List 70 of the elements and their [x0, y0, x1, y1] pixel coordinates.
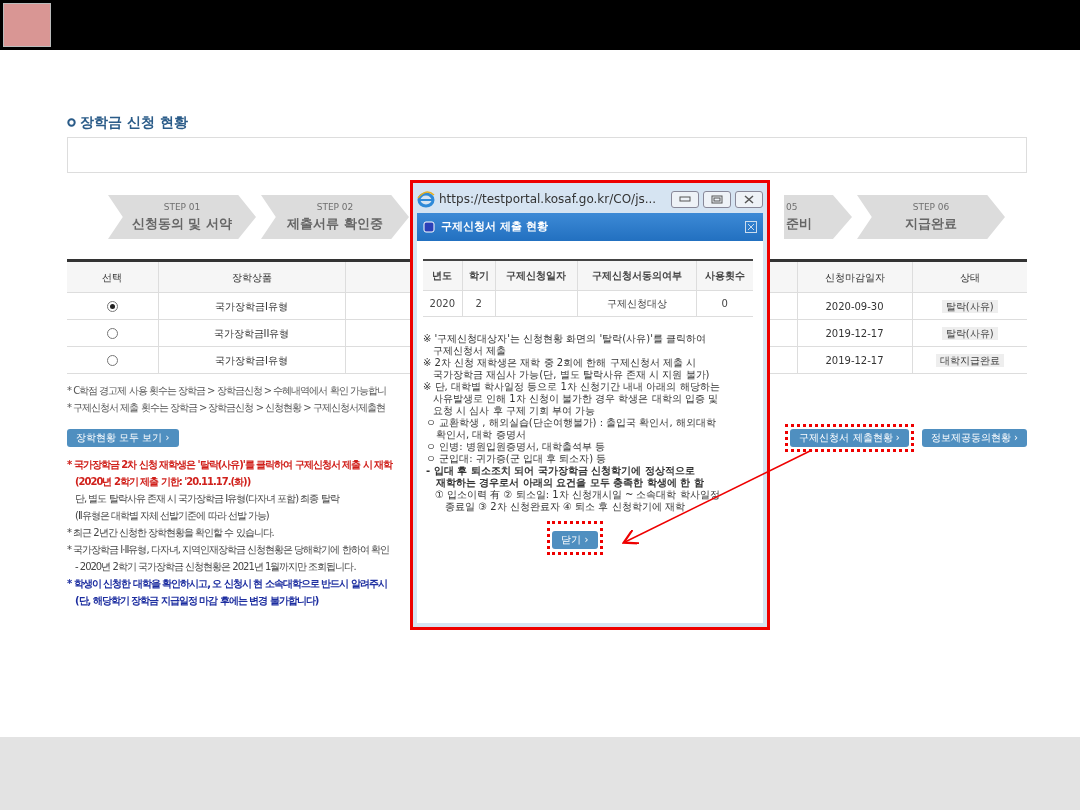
- notice-text: (단, 해당학기 장학금 지급일정 마감 후에는 변경 불가합니다): [74, 594, 319, 608]
- step-title: 신청동의 및 서약: [131, 215, 233, 233]
- step-title: 제출서류 확인중: [287, 215, 383, 233]
- notice-text: - 입대 후 퇴소조치 되어 국가장학금 신청학기에 정상적으로 재학하는 경우로서 아래의 요건을 모두 충족한 학생에 한 함: [425, 464, 705, 489]
- minimize-icon: [679, 196, 691, 202]
- info-note: * C학점 경고제 사용 횟수는 장학금 > 장학금신청 > 수혜내역에서 확인 가능합니: [67, 384, 386, 398]
- step-title: 지급완료: [905, 215, 957, 233]
- step-number: STEP 01: [163, 200, 201, 214]
- notice-text: (2020년 2학기 제출 기한: '20.11.17.(화)): [74, 475, 251, 489]
- notice-text: * 국가장학금 2차 신청 재학생은 '탈락(사유)'를 클릭하여 구제신청서 제출 시 재학: [67, 458, 393, 472]
- step-number: 05: [786, 200, 798, 214]
- column-header: 신청마감일자: [797, 260, 912, 293]
- section-title: 장학금 신청 현황: [80, 113, 188, 132]
- status-badge: 탈락(사유): [941, 299, 998, 313]
- close-icon[interactable]: [745, 221, 757, 233]
- table-cell: 0: [721, 297, 728, 309]
- column-header: 구제신청일자: [495, 260, 578, 290]
- notice-text: 단, 별도 탈락사유 존재 시 국가장학금 I유형(다자녀 포함) 최종 탈락: [74, 492, 339, 506]
- table-cell: 2: [475, 297, 482, 309]
- notice-text: ※ '구제신청대상자'는 신청현황 화면의 '탈락(사유)'를 클릭하여 구제신청서 제출: [423, 332, 708, 357]
- table-cell: 국가장학금II유형: [213, 327, 290, 339]
- step-number: STEP 06: [912, 200, 950, 214]
- table-cell: 2020-09-30: [825, 300, 884, 312]
- notice-text: * 국가장학금 I·II유형, 다자녀, 지역인재장학금 신청현황은 당해학기에 한하여 확인: [67, 543, 389, 557]
- window-url: https://testportal.kosaf.go.kr/CO/js...: [439, 191, 658, 208]
- column-header: 구제신청서동의여부: [577, 260, 696, 290]
- close-button[interactable]: [735, 190, 763, 208]
- nav-button[interactable]: 정보제공동의현황 ›: [921, 429, 1027, 447]
- notice-text: - 2020년 2학기 국가장학금 신청현황은 2021년 1월까지만 조회됩니다.: [74, 560, 356, 574]
- maximize-button[interactable]: [703, 190, 731, 208]
- restore-icon: [711, 194, 723, 204]
- notice-text: ※ 2차 신청 재학생은 재학 중 2회에 한해 구제신청서 제출 시 국가장학금 재심사 가능(단, 별도 탈락사유 존재 시 지원 불가): [423, 356, 711, 381]
- ring-bullet-icon: [67, 118, 76, 127]
- nav-button[interactable]: 구제신청서 제출현황 ›: [790, 429, 909, 447]
- step-title: 준비: [786, 215, 812, 233]
- popup-title: 구제신청서 제출 현황: [441, 218, 549, 235]
- table-cell: 2019-12-17: [825, 327, 884, 339]
- step-number: STEP 02: [316, 200, 354, 214]
- column-header: 상태: [912, 260, 1027, 293]
- table-cell: 2019-12-17: [825, 354, 884, 366]
- minimize-button[interactable]: [671, 190, 699, 208]
- notice-text: * 학생이 신청한 대학을 확인하시고, 오 신청시 현 소속대학으로 반드시 알려주시: [67, 577, 387, 591]
- slide-marker-square: [3, 3, 51, 47]
- notice-text: * 최근 2년간 신청한 장학현황을 확인할 수 있습니다.: [67, 526, 274, 540]
- column-header: 년도: [423, 260, 463, 290]
- browser-logo-icon: [417, 190, 435, 208]
- nav-button[interactable]: 장학현황 모두 보기 ›: [67, 429, 179, 447]
- column-header: 장학상품: [158, 260, 345, 293]
- square-bullet-icon: [423, 221, 435, 233]
- notice-text: ㅇ 군입대: 귀가증(군 입대 후 퇴소자) 등: [425, 452, 608, 465]
- nav-button[interactable]: 닫기 ›: [552, 530, 598, 549]
- notice-text: ㅇ 교환학생 , 해외실습(단순여행불가) : 출입국 확인서, 해외대학 확인서, 대학 증명서: [425, 416, 717, 441]
- column-header: 학기: [462, 260, 496, 290]
- radio-button[interactable]: [106, 301, 118, 312]
- notice-text: ㅇ 인병: 병원입원증명서, 대학출석부 등: [425, 440, 607, 453]
- column-header: 선택: [67, 260, 158, 293]
- table-cell: 구제신청대상: [606, 297, 667, 309]
- table-cell: 국가장학금I유형: [215, 354, 288, 366]
- notice-text: ※ 단, 대학별 학사일정 등으로 1차 신청기간 내내 아래의 해당하는 사유발생로 인해 1차 신청이 불가한 경우 학생은 대학의 입증 및 요청 시 심사 후 구제 기회 부여 가능: [423, 380, 721, 417]
- notice-text: ① 입소이력 有 ② 퇴소일: 1차 신청개시일 ~ 소속대학 학사일정 종료일 ③ 2차 신청완료자 ④ 퇴소 후 신청학기에 재학: [434, 488, 721, 513]
- radio-button[interactable]: [106, 328, 118, 339]
- status-badge: 탈락(사유): [941, 326, 998, 340]
- notice-text: (II유형은 대학별 자체 선발기준에 따라 선발 가능): [74, 509, 269, 523]
- close-icon: [743, 194, 755, 204]
- table-cell: 국가장학금I유형: [215, 300, 288, 312]
- column-header: 사용횟수: [696, 260, 753, 290]
- radio-button[interactable]: [106, 355, 118, 366]
- table-cell: 2020: [429, 297, 456, 309]
- info-note: * 구제신청서 제출 횟수는 장학금 > 장학금신청 > 신청현황 > 구제신청서제출현: [67, 401, 385, 415]
- status-badge: 대학지급완료: [935, 353, 1004, 367]
